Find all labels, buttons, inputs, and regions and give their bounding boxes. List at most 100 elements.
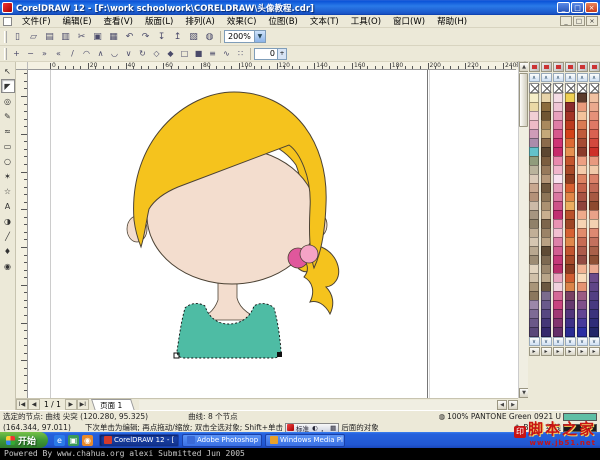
show-desktop-icon[interactable]: ▣ [68,434,80,446]
palette-scroll-down-icon[interactable]: ∨ [552,337,564,346]
ime-language-bar[interactable]: 标准 ◐ ， ▦ [284,422,340,433]
ie-quicklaunch-icon[interactable]: e [54,434,66,446]
palette-icon[interactable] [552,62,564,72]
color-swatch[interactable] [589,327,599,337]
undo-icon[interactable]: ↶ [122,29,137,44]
delete-node-icon[interactable]: − [24,47,37,60]
import-icon[interactable]: ↧ [154,29,169,44]
pick-tool[interactable]: ↖ [1,64,15,78]
no-color-swatch[interactable] [577,83,587,93]
horizontal-scrollbar[interactable]: ◀ ▶ [139,399,518,410]
color-swatch[interactable] [577,327,587,337]
no-color-swatch[interactable] [541,83,551,93]
ellipse-tool[interactable]: ○ [1,154,15,168]
fill-tool[interactable]: ◉ [1,259,15,273]
menu-item-10[interactable]: 帮助(H) [431,15,473,27]
save-icon[interactable]: ▤ [42,29,57,44]
color-swatch[interactable] [529,327,539,337]
rotate-nodes-icon[interactable]: ■ [192,47,205,60]
export-icon[interactable]: ↥ [170,29,185,44]
freehand-tool[interactable]: ✎ [1,109,15,123]
palette-scroll-down-icon[interactable]: ∨ [528,337,540,346]
new-document-icon[interactable]: ▯ [10,29,25,44]
palette-expand-icon[interactable]: ▸ [576,347,588,356]
toolbar-grip[interactable] [4,30,7,43]
task-button-1[interactable]: Adobe Photoshop [182,433,263,447]
menu-item-8[interactable]: 工具(O) [345,15,387,27]
media-quicklaunch-icon[interactable]: ◉ [82,434,94,446]
smart-drawing-tool[interactable]: ≈ [1,124,15,138]
zoom-tool[interactable]: ◎ [1,94,15,108]
color-swatch[interactable] [541,327,551,337]
smooth-node-icon[interactable]: ◡ [108,47,121,60]
shape-tool[interactable]: ◤ [0,79,15,93]
join-nodes-icon[interactable]: » [38,47,51,60]
palette-scroll-up-icon[interactable]: ∧ [588,73,600,82]
propertybar-grip[interactable] [4,47,7,60]
next-page-button[interactable]: ▶ [64,399,77,410]
close-curve-icon[interactable]: ◇ [150,47,163,60]
prev-page-button[interactable]: ◀ [28,399,40,410]
menu-item-2[interactable]: 查看(V) [98,15,139,27]
shirt-node-right[interactable] [277,352,282,357]
palette-icon[interactable] [588,62,600,72]
page-tab[interactable]: 页面 1 [90,398,135,411]
reverse-direction-icon[interactable]: ↻ [136,47,149,60]
add-node-icon[interactable]: + [10,47,23,60]
color-swatch[interactable] [565,327,575,337]
ruler-origin-corner[interactable] [16,62,28,70]
zoom-level-combo[interactable]: 200% ▼ [224,30,266,43]
copy-icon[interactable]: ▣ [90,29,105,44]
cut-icon[interactable]: ✂ [74,29,89,44]
doc-close-button[interactable]: × [586,16,598,26]
palette-scroll-up-icon[interactable]: ∧ [576,73,588,82]
menu-item-6[interactable]: 位图(B) [262,15,303,27]
vertical-scrollbar[interactable]: ▲ ▼ [518,62,529,398]
horizontal-ruler[interactable]: 0 20 40 60 80 100 120 140 160 180 200 220 240 [28,62,518,70]
corel-online-icon[interactable]: ◍ [202,29,217,44]
spinner-plus-icon[interactable]: + [277,48,286,59]
menu-item-4[interactable]: 排列(A) [179,15,220,27]
palette-scroll-down-icon[interactable]: ∨ [540,337,552,346]
close-button[interactable]: × [585,2,598,13]
vertical-ruler[interactable]: 2202001801601401201008060 [16,70,28,398]
color-swatch[interactable] [553,327,563,337]
break-curve-icon[interactable]: « [52,47,65,60]
scroll-left-icon[interactable]: ◀ [497,399,507,410]
menu-item-7[interactable]: 文本(T) [304,15,345,27]
interactive-blend-tool[interactable]: ◑ [1,214,15,228]
combo-dropdown-icon[interactable]: ▼ [253,31,265,42]
eyedropper-tool[interactable]: ╱ [1,229,15,243]
palette-expand-icon[interactable]: ▸ [540,347,552,356]
palette-scroll-up-icon[interactable]: ∧ [552,73,564,82]
ime-punctuation-icon[interactable]: ， [320,423,329,433]
palette-expand-icon[interactable]: ▸ [588,347,600,356]
basic-shapes-tool[interactable]: ☆ [1,184,15,198]
print-icon[interactable]: ▥ [58,29,73,44]
start-button[interactable]: 开始 [0,432,49,448]
first-page-button[interactable]: I◀ [16,399,28,410]
task-button-0[interactable]: CorelDRAW 12 - [ [99,433,180,447]
menu-item-5[interactable]: 效果(C) [221,15,263,27]
ime-logo-icon[interactable] [286,424,294,431]
app-launcher-icon[interactable]: ▧ [186,29,201,44]
redo-icon[interactable]: ↷ [138,29,153,44]
drawing-canvas[interactable] [28,70,518,398]
cusp-node-icon[interactable]: ∧ [94,47,107,60]
no-color-swatch[interactable] [589,83,599,93]
no-color-swatch[interactable] [565,83,575,93]
no-color-swatch[interactable] [529,83,539,93]
palette-scroll-down-icon[interactable]: ∨ [564,337,576,346]
minimize-button[interactable]: _ [557,2,570,13]
palette-scroll-down-icon[interactable]: ∨ [588,337,600,346]
palette-scroll-up-icon[interactable]: ∧ [564,73,576,82]
palette-scroll-up-icon[interactable]: ∧ [528,73,540,82]
palette-icon[interactable] [528,62,540,72]
paste-icon[interactable]: ▦ [106,29,121,44]
palette-scroll-down-icon[interactable]: ∨ [576,337,588,346]
palette-icon[interactable] [576,62,588,72]
last-page-button[interactable]: ▶I [76,399,89,410]
no-color-swatch[interactable] [553,83,563,93]
stretch-nodes-icon[interactable]: □ [178,47,191,60]
polygon-tool[interactable]: ✶ [1,169,15,183]
